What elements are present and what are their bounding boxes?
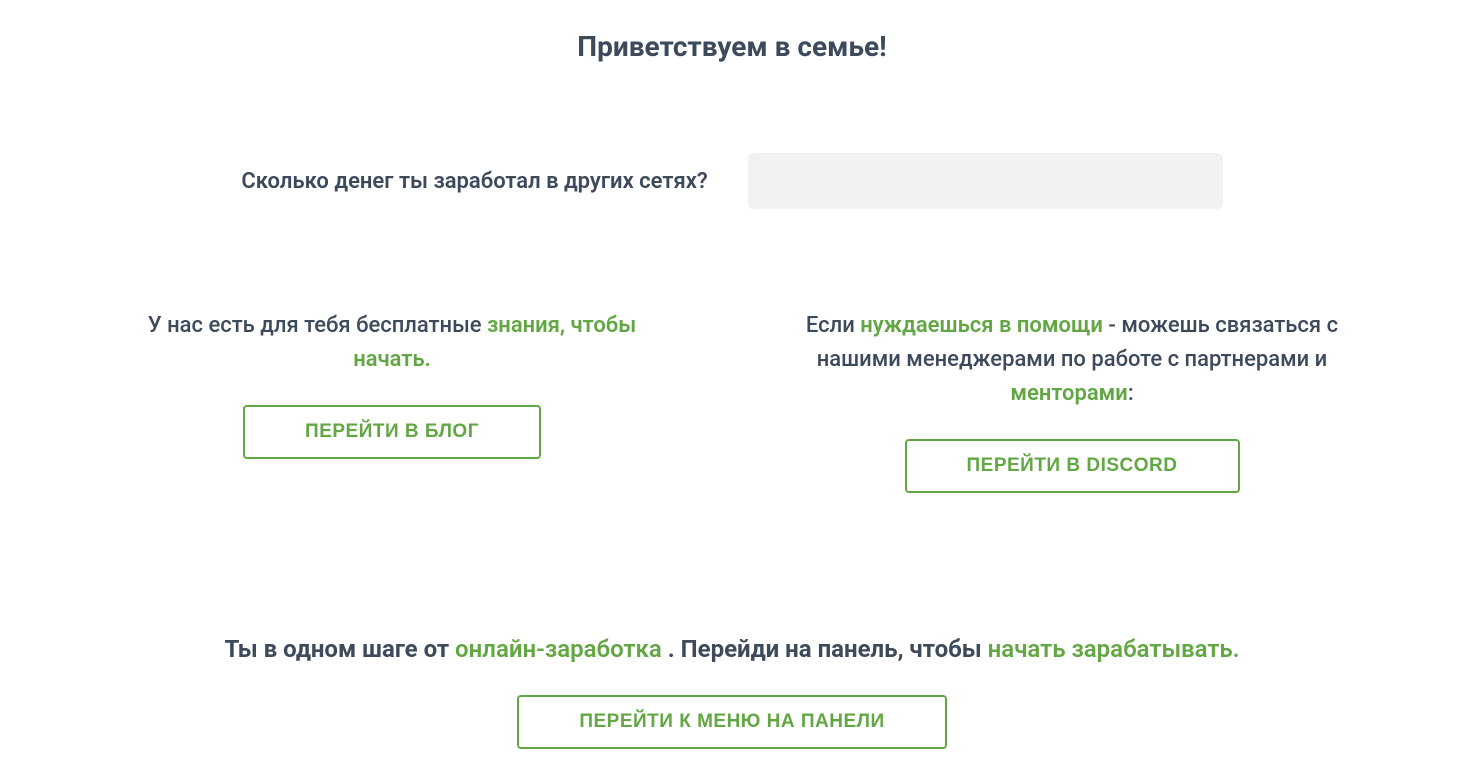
discord-text-suffix: : <box>1128 381 1134 406</box>
footer-text: Ты в одном шаге от онлайн-заработка . Пе… <box>224 633 1239 667</box>
discord-text-highlight2: менторами <box>1010 381 1127 406</box>
go-to-panel-button[interactable]: ПЕРЕЙТИ К МЕНЮ НА ПАНЕЛИ <box>517 695 946 749</box>
earnings-input[interactable] <box>748 153 1223 209</box>
footer-text-highlight1: онлайн-заработка <box>455 635 662 663</box>
welcome-container: Приветствуем в семье! Сколько денег ты з… <box>60 30 1404 749</box>
discord-column: Если нуждаешься в помощи - можешь связат… <box>792 309 1352 493</box>
discord-text-prefix: Если <box>806 313 860 338</box>
footer-text-highlight2: начать зарабатывать. <box>988 635 1240 663</box>
go-to-discord-button[interactable]: ПЕРЕЙТИ В DISCORD <box>905 439 1240 493</box>
blog-text-prefix: У нас есть для тебя бесплатные <box>148 313 487 338</box>
discord-text: Если нуждаешься в помощи - можешь связат… <box>792 309 1352 411</box>
info-columns: У нас есть для тебя бесплатные знания, ч… <box>60 309 1404 493</box>
page-title: Приветствуем в семье! <box>577 30 886 63</box>
blog-column: У нас есть для тебя бесплатные знания, ч… <box>112 309 672 493</box>
go-to-blog-button[interactable]: ПЕРЕЙТИ В БЛОГ <box>243 405 541 459</box>
discord-text-highlight1: нуждаешься в помощи <box>860 313 1103 338</box>
question-label: Сколько денег ты заработал в других сетя… <box>241 169 707 194</box>
footer-text-middle: . Перейди на панель, чтобы <box>662 635 988 663</box>
blog-text: У нас есть для тебя бесплатные знания, ч… <box>112 309 672 377</box>
footer-text-prefix: Ты в одном шаге от <box>224 635 455 663</box>
footer-section: Ты в одном шаге от онлайн-заработка . Пе… <box>60 633 1404 749</box>
question-row: Сколько денег ты заработал в других сетя… <box>60 153 1404 209</box>
